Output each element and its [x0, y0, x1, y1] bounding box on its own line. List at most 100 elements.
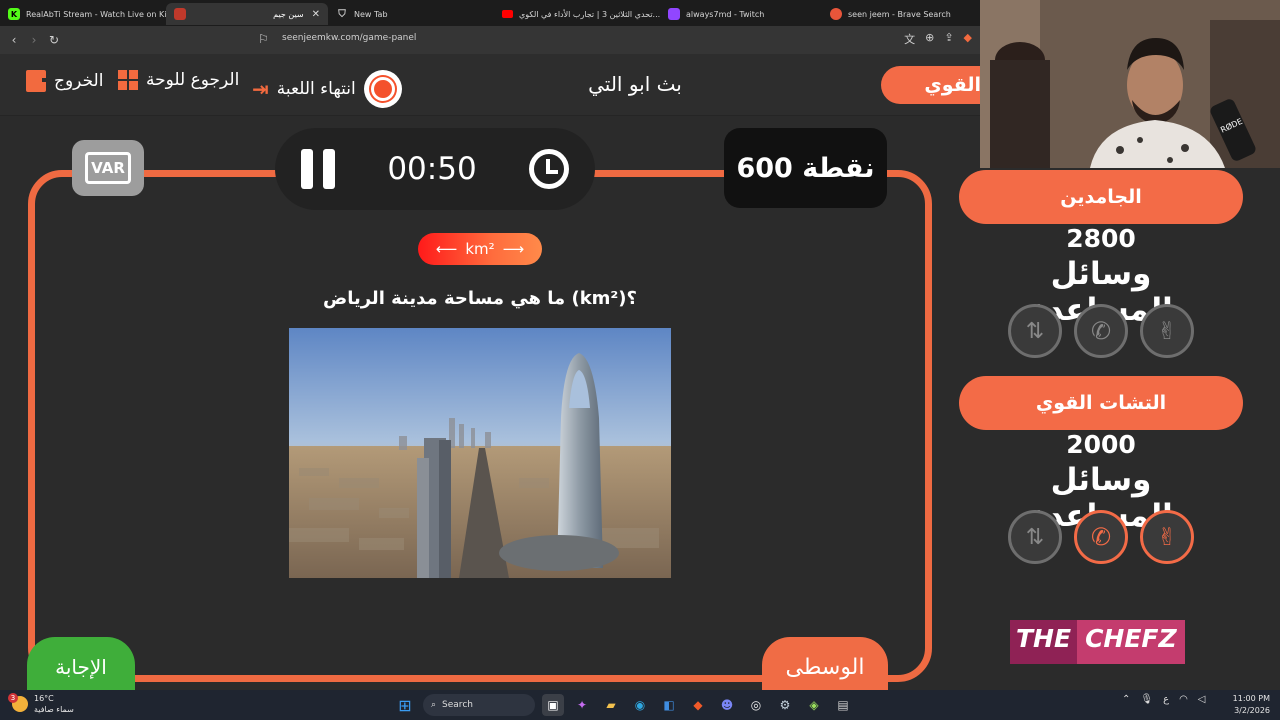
obs-icon[interactable]: ◎	[745, 694, 767, 716]
translate-icon[interactable]: 文	[904, 31, 915, 47]
address-bar: ‹ › ↻ ⚐ seenjeemkw.com/game-panel 文 ⊕ ⇪ …	[0, 26, 980, 54]
sponsor-part2: CHEFZ	[1077, 620, 1185, 664]
tab-title: seen jeem - Brave Search	[848, 9, 951, 19]
kick-icon: K	[8, 8, 20, 20]
back-to-board-label: الرجوع للوحة	[146, 70, 240, 90]
points-badge: 600 نقطة	[724, 128, 887, 208]
copilot-icon[interactable]: ✦	[571, 694, 593, 716]
exit-door-icon	[26, 70, 52, 92]
swap-icon[interactable]: ⇅	[1008, 510, 1062, 564]
browser-tab-strip: K RealAbTi Stream - Watch Live on Kick س…	[0, 0, 980, 26]
taskbar-clock[interactable]: 11:00 PM 3/2/2026	[1233, 693, 1270, 717]
brave-icon[interactable]: ◆	[687, 694, 709, 716]
search-label: Search	[442, 700, 473, 710]
team-score: 2800	[1066, 224, 1136, 253]
tab-youtube[interactable]: تحدي الثلاثين 3 | تجارب الأداء في الكوي.…	[494, 3, 660, 25]
twitch-icon	[668, 8, 680, 20]
tab-title: New Tab	[354, 9, 388, 19]
difficulty-level-badge: الوسطى	[762, 637, 888, 697]
back-to-board-button[interactable]: الرجوع للوحة	[118, 70, 239, 90]
peace-icon[interactable]: ✌	[1140, 304, 1194, 358]
wifi-icon[interactable]: ◠	[1179, 694, 1188, 705]
file-explorer-icon[interactable]: ▰	[600, 694, 622, 716]
sponsor-part1: THE	[1010, 620, 1078, 664]
app-icon[interactable]: ◈	[803, 694, 825, 716]
task-view-icon[interactable]: ▣	[542, 694, 564, 716]
question-image-riyadh	[289, 328, 671, 578]
share-icon[interactable]: ⇪	[944, 31, 953, 47]
tab-title: RealAbTi Stream - Watch Live on Kick	[26, 9, 166, 19]
steam-icon[interactable]: ⚙	[774, 694, 796, 716]
brave-shield-icon[interactable]: ◆	[964, 31, 972, 47]
team-score: 2000	[1066, 430, 1136, 459]
timer-bar: 00:50	[275, 128, 595, 210]
swap-icon[interactable]: ⇅	[1008, 304, 1062, 358]
unit-label: km²	[465, 240, 495, 258]
windows-start-icon[interactable]: ⊞	[394, 694, 416, 716]
end-game-button[interactable]: ⇥ انتهاء اللعبة	[252, 70, 402, 108]
edge-icon[interactable]: ◉	[629, 694, 651, 716]
tab-title: always7md - Twitch	[686, 9, 765, 19]
exit-button[interactable]: الخروج	[26, 70, 103, 92]
phone-icon[interactable]: ✆	[1074, 510, 1128, 564]
url-field[interactable]: seenjeemkw.com/game-panel	[282, 33, 416, 43]
tab-seen-jeem[interactable]: سين جيم ✕	[166, 3, 328, 25]
microphone-icon[interactable]: 🎙︎	[1140, 694, 1153, 705]
tab-new-tab[interactable]: ⛉ New Tab	[328, 3, 494, 25]
clock-time: 11:00 PM	[1232, 694, 1270, 703]
timer-display: 00:50	[387, 151, 477, 187]
reset-timer-icon[interactable]	[528, 149, 569, 189]
answer-button[interactable]: الإجابة	[27, 637, 135, 697]
question-text: ما هي مساحة مدينة الرياض (km²)؟	[323, 288, 637, 309]
exit-label: الخروج	[54, 71, 104, 91]
weather-sun-icon: 3	[8, 693, 28, 712]
back-icon[interactable]: ‹	[4, 33, 24, 47]
phone-icon[interactable]: ✆	[1074, 304, 1128, 358]
reload-icon[interactable]: ↻	[44, 33, 64, 47]
shield-icon: ⛉	[338, 8, 346, 20]
sun-icon	[363, 70, 402, 108]
windows-taskbar: 3 16°C سماء صافية ⊞ ⌕ Search ▣ ✦ ▰ ◉ ◧ ◆ …	[0, 690, 1280, 720]
forward-icon[interactable]: ›	[24, 33, 44, 47]
game-title: بث ابو التي	[588, 72, 682, 96]
zoom-icon[interactable]: ⊕	[925, 31, 934, 47]
store-icon[interactable]: ◧	[658, 694, 680, 716]
tab-brave-search[interactable]: seen jeem - Brave Search	[822, 3, 980, 25]
youtube-icon	[502, 10, 513, 18]
chevron-up-icon[interactable]: ⌃	[1122, 694, 1130, 705]
notification-badge: 3	[8, 693, 18, 703]
volume-icon[interactable]: ◁	[1198, 694, 1206, 705]
arrow-left-icon: ⟵	[435, 240, 458, 258]
seenjeem-icon	[174, 8, 186, 20]
discord-icon[interactable]: ☻	[716, 694, 738, 716]
peace-icon[interactable]: ✌	[1140, 510, 1194, 564]
unit-badge: ⟵ km² ⟶	[418, 233, 542, 265]
weather-desc: سماء صافية	[34, 705, 74, 714]
search-icon: ⌕	[431, 700, 437, 710]
terminal-icon[interactable]: ▤	[832, 694, 854, 716]
sponsor-logo-thechefz: THE CHEFZ	[1010, 620, 1194, 664]
game-header: الخروج الرجوع للوحة ⇥ انتهاء اللعبة بث ا…	[0, 54, 1001, 116]
language-indicator[interactable]: ع	[1163, 694, 1169, 705]
pause-button[interactable]	[301, 149, 336, 189]
brave-search-icon	[830, 8, 842, 20]
arrow-right-icon: ⟶	[502, 240, 525, 258]
tab-kick[interactable]: K RealAbTi Stream - Watch Live on Kick	[0, 3, 166, 25]
tab-twitch[interactable]: always7md - Twitch	[660, 3, 822, 25]
taskbar-search[interactable]: ⌕ Search	[423, 694, 535, 716]
close-icon[interactable]: ✕	[312, 9, 320, 20]
team-name: التشات القوي	[959, 376, 1243, 430]
clock-date: 3/2/2026	[1234, 706, 1270, 715]
var-label: VAR	[91, 159, 125, 177]
bookmark-icon[interactable]: ⚐	[258, 32, 269, 46]
weather-widget[interactable]: 3 16°C سماء صافية	[8, 693, 74, 715]
pause-icon	[301, 149, 314, 189]
teams-panel: RØDE الجامدين 2800 وسائل المساعدة ✌ ✆ ⇅ …	[959, 0, 1280, 690]
streamer-webcam: RØDE	[980, 0, 1280, 168]
team-name: الجامدين	[959, 170, 1243, 224]
system-tray: ⌃ 🎙︎ ع ◠ ◁	[1122, 694, 1206, 705]
tab-title: سين جيم	[273, 9, 304, 19]
var-button[interactable]: VAR	[72, 140, 144, 196]
weather-temp: 16°C	[34, 694, 54, 703]
game-panel: VAR 00:50 600 نقطة ⟵ km² ⟶ ما هي مساحة م…	[0, 116, 980, 697]
